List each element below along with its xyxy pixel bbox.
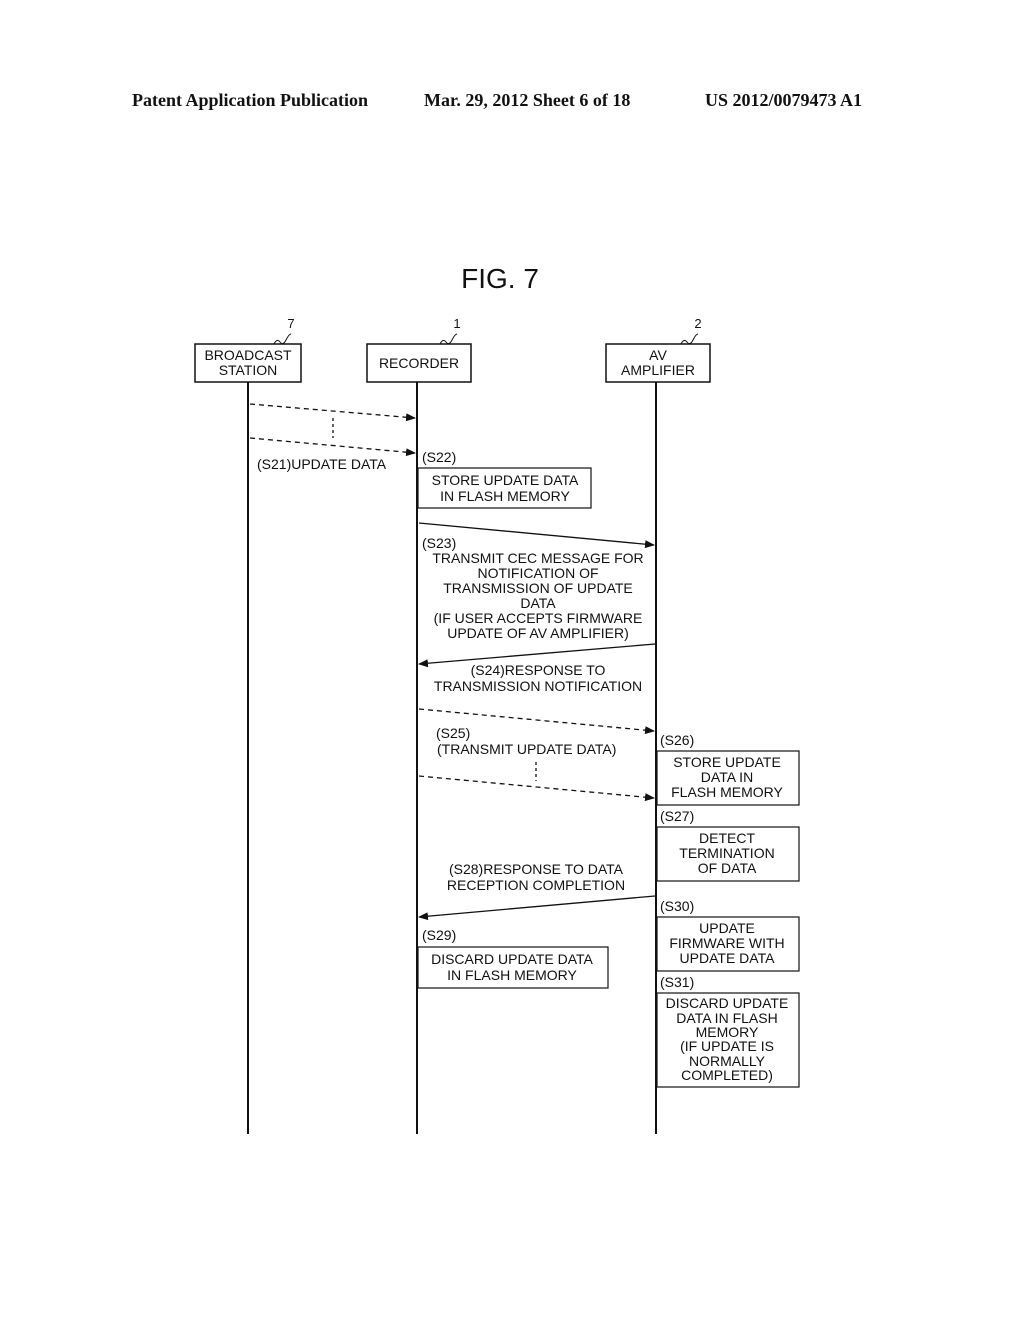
- dashed-arrow: [249, 403, 416, 422]
- ref-numeral-2: 2: [694, 316, 701, 331]
- process-text-line: (IF UPDATE IS: [680, 1038, 774, 1054]
- process-text-line: UPDATE DATA: [680, 950, 776, 966]
- entity-broadcast-station: 7 BROADCAST STATION: [194, 316, 302, 1134]
- step-tag: (S22): [422, 449, 456, 465]
- step-tag: (S26): [660, 732, 694, 748]
- step-s30-update-firmware: (S30) UPDATE FIRMWARE WITH UPDATE DATA: [656, 898, 800, 972]
- entity-label-line: AMPLIFIER: [621, 362, 695, 378]
- message-text-line: TRANSMIT CEC MESSAGE FOR: [432, 550, 643, 566]
- step-s28-response-reception-completion: (S28)RESPONSE TO DATA RECEPTION COMPLETI…: [418, 861, 656, 921]
- process-text-line: OF DATA: [698, 860, 757, 876]
- step-s23-transmit-cec-message: (S23) TRANSMIT CEC MESSAGE FOR NOTIFICAT…: [418, 522, 655, 641]
- step-s27-detect-termination: (S27) DETECT TERMINATION OF DATA: [656, 808, 800, 882]
- step-tag: (S23): [422, 535, 456, 551]
- figure-title: FIG. 7: [461, 263, 539, 294]
- sequence-diagram: FIG. 7 7 BROADCAST STATION 1 RECORDER 2 …: [194, 263, 800, 1134]
- ref-leader-line: [680, 333, 699, 345]
- dashed-arrow: [249, 437, 416, 457]
- process-text-line: STORE UPDATE: [673, 754, 781, 770]
- message-text-line: TRANSMISSION OF UPDATE: [443, 580, 633, 596]
- step-tag: (S29): [422, 927, 456, 943]
- process-text-line: DATA IN: [701, 769, 753, 785]
- dashed-arrow: [418, 775, 655, 802]
- message-text-line: TRANSMISSION NOTIFICATION: [434, 678, 642, 694]
- step-s25-transmit-update-data: (S25) (TRANSMIT UPDATE DATA): [418, 708, 655, 802]
- process-text-line: STORE UPDATE DATA: [432, 472, 579, 488]
- step-s21-update-data: (S21)UPDATE DATA: [249, 403, 416, 472]
- process-text-line: FIRMWARE WITH: [669, 935, 784, 951]
- process-text-line: IN FLASH MEMORY: [440, 488, 570, 504]
- message-text-line: UPDATE OF AV AMPLIFIER): [447, 625, 629, 641]
- step-tag: (S27): [660, 808, 694, 824]
- process-text-line: DISCARD UPDATE DATA: [431, 951, 593, 967]
- process-text-line: IN FLASH MEMORY: [447, 967, 577, 983]
- entity-label-line: BROADCAST: [204, 347, 292, 363]
- message-text-line: (S28)RESPONSE TO DATA: [449, 861, 624, 877]
- entity-label-line: RECORDER: [379, 355, 459, 371]
- ref-leader-line: [273, 333, 292, 345]
- ref-numeral-1: 1: [453, 316, 460, 331]
- step-tag: (S31): [660, 974, 694, 990]
- step-tag: (S30): [660, 898, 694, 914]
- message-text-line: RECEPTION COMPLETION: [447, 877, 625, 893]
- process-text-line: TERMINATION: [679, 845, 774, 861]
- step-s31-discard-update-data: (S31) DISCARD UPDATE DATA IN FLASH MEMOR…: [656, 974, 800, 1088]
- ref-numeral-7: 7: [287, 316, 294, 331]
- message-text-line: DATA: [520, 595, 556, 611]
- process-text-line: DETECT: [699, 830, 755, 846]
- entity-label-line: AV: [649, 347, 667, 363]
- entity-label-line: STATION: [219, 362, 278, 378]
- step-s29-discard-update-data: (S29) DISCARD UPDATE DATA IN FLASH MEMOR…: [417, 927, 609, 989]
- step-s26-store-update-data: (S26) STORE UPDATE DATA IN FLASH MEMORY: [656, 732, 800, 806]
- step-s22-store-update-data: (S22) STORE UPDATE DATA IN FLASH MEMORY: [417, 449, 592, 509]
- step-label: (S21)UPDATE DATA: [257, 456, 387, 472]
- process-text-line: UPDATE: [699, 920, 755, 936]
- step-s24-response-to-notification: (S24)RESPONSE TO TRANSMISSION NOTIFICATI…: [418, 643, 656, 694]
- message-text-line: (TRANSMIT UPDATE DATA): [437, 741, 616, 757]
- solid-arrow: [418, 643, 656, 668]
- step-tag: (S25): [436, 725, 470, 741]
- solid-arrow: [418, 895, 656, 921]
- message-text-line: (S24)RESPONSE TO: [471, 662, 606, 678]
- process-text-line: COMPLETED): [681, 1067, 773, 1083]
- message-text-line: NOTIFICATION OF: [477, 565, 598, 581]
- ref-leader-line: [439, 333, 458, 345]
- message-text-line: (IF USER ACCEPTS FIRMWARE: [434, 610, 643, 626]
- process-text-line: DISCARD UPDATE: [666, 995, 789, 1011]
- process-text-line: FLASH MEMORY: [671, 784, 783, 800]
